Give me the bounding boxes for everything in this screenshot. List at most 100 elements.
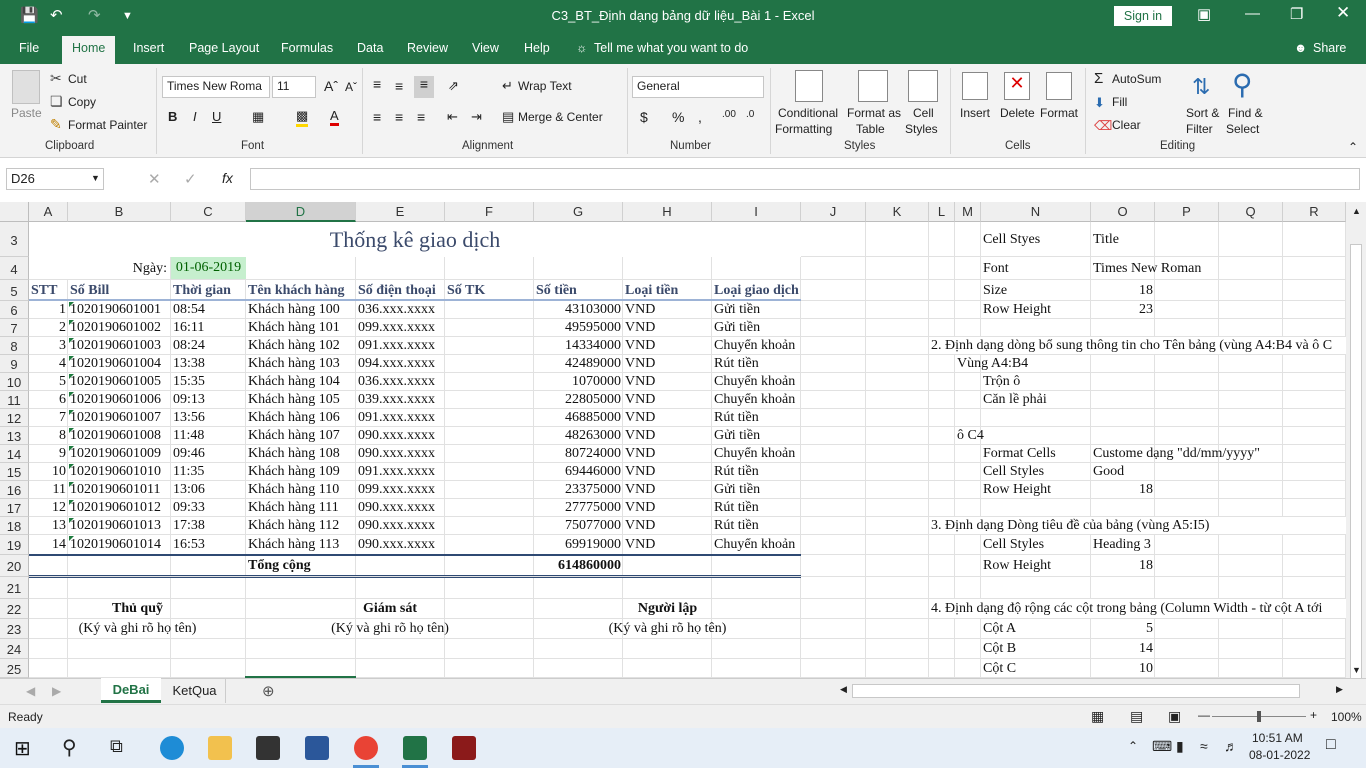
format-button[interactable]: Format	[1040, 106, 1078, 120]
tab-formulas[interactable]: Formulas	[281, 41, 333, 55]
row-header-25[interactable]: 25	[0, 659, 29, 678]
tab-view[interactable]: View	[472, 41, 499, 55]
minimize-icon[interactable]: —	[1245, 5, 1260, 22]
align-center-icon[interactable]: ≡	[395, 109, 403, 125]
name-box[interactable]: D26	[6, 168, 104, 190]
maximize-icon[interactable]: ❐	[1290, 5, 1303, 23]
align-top-icon[interactable]: ≡	[373, 76, 381, 92]
column-header-r[interactable]: R	[1283, 202, 1346, 222]
column-header-h[interactable]: H	[623, 202, 712, 222]
column-header-g[interactable]: G	[534, 202, 623, 222]
column-header-b[interactable]: B	[68, 202, 171, 222]
edge-icon[interactable]	[160, 736, 184, 760]
column-header-p[interactable]: P	[1155, 202, 1219, 222]
align-right-icon[interactable]: ≡	[417, 109, 425, 125]
align-left-icon[interactable]: ≡	[373, 109, 381, 125]
paste-button[interactable]: Paste	[11, 106, 42, 120]
page-break-view-icon[interactable]: ▣	[1168, 708, 1181, 725]
row-header-19[interactable]: 19	[0, 535, 29, 555]
currency-icon[interactable]: $	[640, 109, 648, 125]
tab-file[interactable]: File	[19, 41, 39, 55]
scroll-thumb[interactable]	[1350, 244, 1362, 684]
increase-decimal-icon[interactable]: .00	[722, 109, 736, 120]
insert-button[interactable]: Insert	[960, 106, 990, 120]
tab-help[interactable]: Help	[524, 41, 550, 55]
row-header-13[interactable]: 13	[0, 427, 29, 445]
tab-review[interactable]: Review	[407, 41, 448, 55]
row-header-7[interactable]: 7	[0, 319, 29, 337]
add-sheet-icon[interactable]: ⊕	[262, 682, 275, 700]
zoom-out-icon[interactable]: —	[1198, 708, 1210, 722]
volume-icon[interactable]: ♬	[1224, 738, 1238, 754]
increase-indent-icon[interactable]: ⇥	[471, 109, 482, 125]
column-header-i[interactable]: I	[712, 202, 801, 222]
zoom-slider-thumb[interactable]	[1257, 711, 1261, 722]
close-icon[interactable]: ✕	[1336, 3, 1350, 23]
font-size-box[interactable]: 11	[272, 76, 316, 98]
page-layout-view-icon[interactable]: ▤	[1130, 708, 1143, 725]
windows-start-icon[interactable]: ⊞	[14, 736, 31, 761]
clock-date[interactable]: 08-01-2022	[1249, 748, 1310, 762]
formula-input[interactable]	[250, 168, 1360, 190]
tab-insert[interactable]: Insert	[133, 41, 164, 55]
font-color-icon[interactable]: A	[330, 108, 339, 126]
worksheet[interactable]: ABCDEFGHIJKLMNOPQR 3 4 5 6 7 8 9 10 11 12 13 14 15 16…	[0, 202, 1346, 678]
share-button[interactable]: Share	[1313, 41, 1346, 55]
borders-icon[interactable]: ▦	[252, 109, 264, 125]
horizontal-scroll-thumb[interactable]	[852, 684, 1300, 698]
row-header-12[interactable]: 12	[0, 409, 29, 427]
row-header-23[interactable]: 23	[0, 619, 29, 639]
sign-in-button[interactable]: Sign in	[1114, 6, 1172, 26]
prev-sheet-icon[interactable]: ◀	[26, 684, 35, 698]
row-header-22[interactable]: 22	[0, 599, 29, 619]
column-header-f[interactable]: F	[445, 202, 534, 222]
insert-function-icon[interactable]: fx	[222, 170, 233, 186]
column-header-e[interactable]: E	[356, 202, 445, 222]
decrease-decimal-icon[interactable]: .0	[746, 109, 754, 120]
row-header-16[interactable]: 16	[0, 481, 29, 499]
search-icon[interactable]: ⚲	[62, 735, 77, 760]
font-name-box[interactable]: Times New Roma	[162, 76, 270, 98]
task-view-icon[interactable]: ⧉	[110, 736, 123, 757]
align-middle-icon[interactable]: ≡	[395, 78, 403, 94]
tab-page-layout[interactable]: Page Layout	[189, 41, 259, 55]
battery-icon[interactable]: ▮	[1176, 738, 1184, 755]
tab-home[interactable]: Home	[62, 36, 116, 64]
tell-me-search[interactable]: Tell me what you want to do	[594, 41, 748, 55]
copy-button[interactable]: Copy	[68, 95, 96, 109]
italic-icon[interactable]: I	[193, 109, 197, 124]
select-all-corner[interactable]	[0, 202, 29, 222]
autosum-button[interactable]: AutoSum	[1112, 72, 1161, 86]
underline-icon[interactable]: U	[212, 109, 221, 124]
next-sheet-icon[interactable]: ▶	[52, 684, 61, 698]
row-header-24[interactable]: 24	[0, 639, 29, 659]
row-header-21[interactable]: 21	[0, 577, 29, 599]
find-select-button[interactable]: Find &	[1228, 106, 1263, 120]
column-header-c[interactable]: C	[171, 202, 246, 222]
conditional-formatting-button[interactable]: Conditional	[778, 106, 838, 120]
column-header-n[interactable]: N	[981, 202, 1091, 222]
comma-icon[interactable]: ,	[698, 109, 702, 125]
merge-center-button[interactable]: Merge & Center	[518, 110, 603, 124]
wifi-icon[interactable]: ≈	[1200, 738, 1208, 754]
scroll-up-icon[interactable]: ▲	[1352, 206, 1361, 216]
zoom-level[interactable]: 100%	[1331, 710, 1362, 724]
chevron-up-icon[interactable]: ⌃	[1128, 739, 1138, 753]
row-header-18[interactable]: 18	[0, 517, 29, 535]
column-header-d[interactable]: D	[246, 202, 356, 222]
cancel-icon[interactable]: ✕	[148, 170, 161, 188]
word-icon[interactable]	[305, 736, 329, 760]
shrink-font-icon[interactable]: Aˇ	[345, 80, 357, 94]
column-header-l[interactable]: L	[929, 202, 955, 222]
row-header-9[interactable]: 9	[0, 355, 29, 373]
sheet-tab-debai[interactable]: DeBai	[101, 678, 161, 703]
bold-icon[interactable]: B	[168, 109, 177, 124]
row-header-8[interactable]: 8	[0, 337, 29, 355]
sheet-tab-ketqua[interactable]: KetQua	[164, 679, 226, 703]
enter-icon[interactable]: ✓	[184, 170, 197, 188]
collapse-ribbon-icon[interactable]: ⌃	[1348, 140, 1358, 154]
fill-color-icon[interactable]: ▩	[296, 108, 309, 127]
row-header-4[interactable]: 4	[0, 257, 29, 280]
row-header-14[interactable]: 14	[0, 445, 29, 463]
wrap-text-button[interactable]: Wrap Text	[518, 79, 572, 93]
